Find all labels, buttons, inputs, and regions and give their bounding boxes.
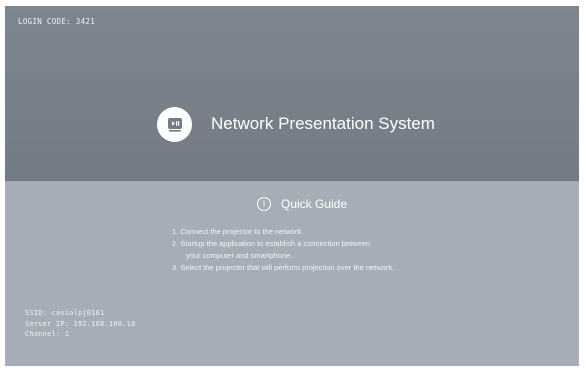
quick-guide-steps: 1. Connect the projector to the network.… [172,226,394,274]
ssid-text: SSID: casiolpj0161 [25,309,105,317]
guide-step: 1. Connect the projector to the network. [172,227,304,236]
server-ip-text: Server IP: 192.168.100.10 [25,319,136,328]
header-panel: LOGIN CODE: 3421 Network Presentation Sy… [5,6,579,181]
network-info: SSID: casiolpj0161 Server IP: 192.168.10… [25,308,135,340]
channel-text: Channel: 1 [25,330,70,338]
app-title: Network Presentation System [211,114,435,133]
info-icon: i [257,197,271,211]
projector-play-pause-icon [157,106,192,142]
projector-screen: LOGIN CODE: 3421 Network Presentation Sy… [5,6,579,366]
guide-step-continued: your computer and smartphone. [186,251,293,260]
guide-panel: i Quick Guide 1. Connect the projector t… [5,181,579,366]
quick-guide-header: i Quick Guide [257,197,347,211]
guide-step: 2. Startup the application to establish … [172,239,371,248]
quick-guide-title: Quick Guide [281,197,348,211]
login-code: LOGIN CODE: 3421 [18,17,96,26]
brand: Network Presentation System [157,106,435,142]
guide-step: 3. Select the projector that will perfor… [172,263,395,272]
